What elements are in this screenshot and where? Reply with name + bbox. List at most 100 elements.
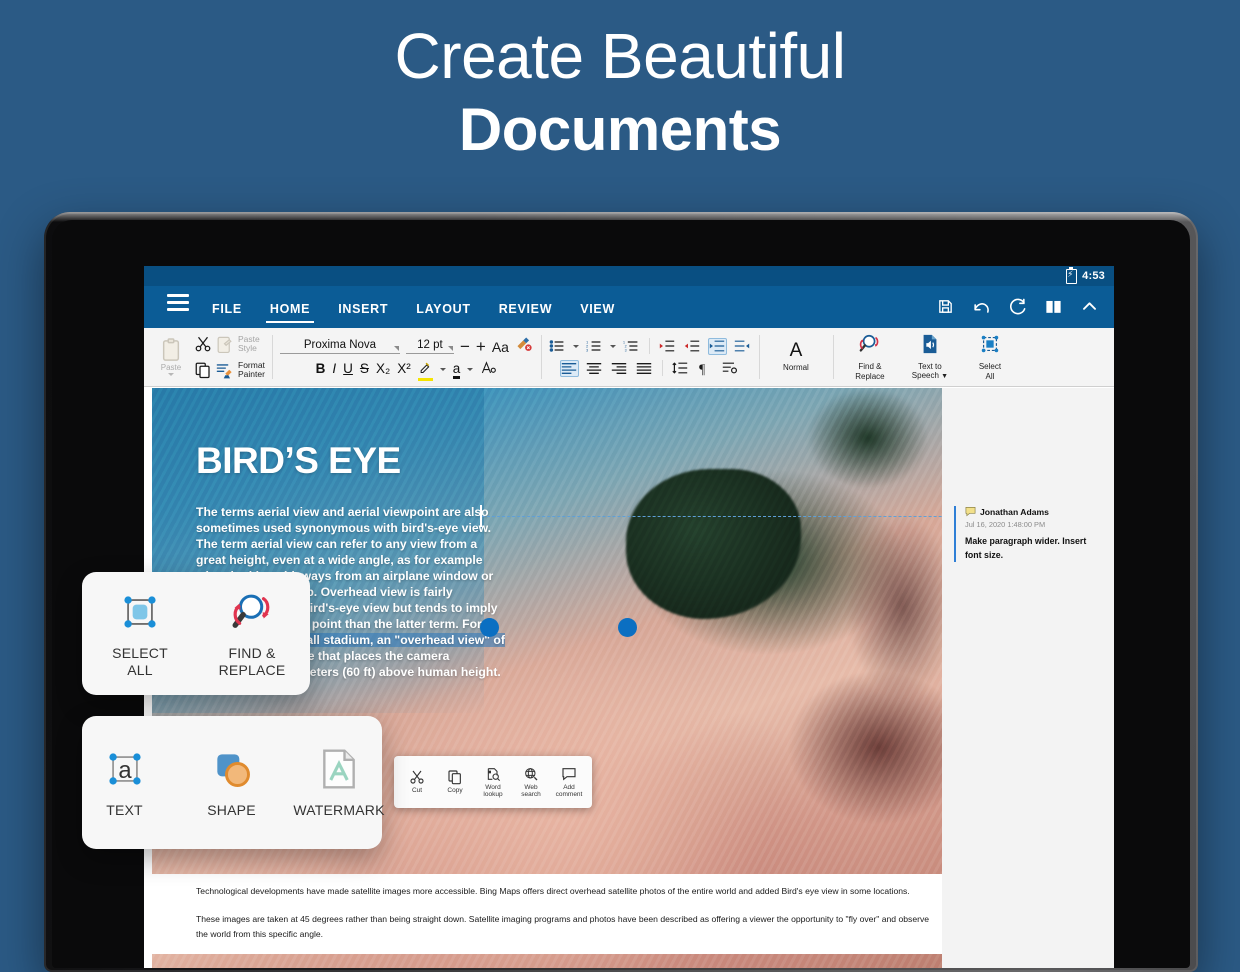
- ribbon-group-font: Proxima Nova 12 pt − + Aa: [272, 328, 541, 386]
- promo-headline: Create Beautiful Documents: [0, 22, 1240, 163]
- change-case-button[interactable]: Aa: [492, 340, 509, 354]
- numbered-list-dropdown-caret[interactable]: [610, 345, 616, 348]
- save-icon[interactable]: [928, 292, 962, 320]
- show-formatting-marks-button[interactable]: ¶: [696, 360, 715, 377]
- svg-text:3: 3: [586, 348, 589, 353]
- tab-view[interactable]: VIEW: [566, 302, 629, 328]
- copy-button[interactable]: [194, 359, 212, 381]
- context-copy-label: Copy: [447, 787, 462, 795]
- line-spacing-button[interactable]: [671, 360, 690, 377]
- increase-font-size-button[interactable]: +: [476, 338, 486, 355]
- tab-layout[interactable]: LAYOUT: [402, 302, 484, 328]
- feature-find-replace[interactable]: FIND &REPLACE: [209, 589, 295, 679]
- tab-review[interactable]: REVIEW: [485, 302, 567, 328]
- find-replace-button[interactable]: Find &Replace: [840, 333, 900, 381]
- align-center-button[interactable]: [585, 360, 604, 377]
- comment-author: Jonathan Adams: [980, 507, 1049, 517]
- paragraph-settings-button[interactable]: [721, 360, 740, 377]
- clear-formatting-icon[interactable]: [515, 336, 533, 357]
- highlight-dropdown-caret[interactable]: [440, 368, 446, 371]
- comment-bubble-icon: [965, 506, 976, 517]
- align-left-button[interactable]: [560, 360, 579, 377]
- svg-text:a: a: [118, 757, 132, 784]
- bottom-paragraph-1: Technological developments have made sat…: [196, 884, 934, 899]
- text-context-menu[interactable]: Cut Copy: [394, 756, 592, 808]
- bullet-list-button[interactable]: [548, 338, 567, 355]
- context-add-comment-button[interactable]: Addcomment: [551, 766, 587, 799]
- read-mode-icon[interactable]: [1036, 292, 1070, 320]
- superscript-button[interactable]: X²: [397, 362, 411, 376]
- document-heading[interactable]: BIRD’S EYE: [196, 440, 401, 482]
- increase-indent-button[interactable]: [658, 338, 677, 355]
- style-normal-label: Normal: [783, 363, 809, 373]
- text-box-icon: a: [103, 746, 147, 792]
- ribbon-home-toolbar: Paste: [144, 328, 1114, 387]
- letter-a-icon: A: [790, 341, 803, 361]
- selection-handle-start[interactable]: [480, 618, 499, 637]
- subscript-button[interactable]: X₂: [376, 362, 390, 376]
- paste-button[interactable]: Paste: [151, 338, 191, 376]
- justify-button[interactable]: [635, 360, 654, 377]
- feature-text[interactable]: a TEXT: [82, 746, 167, 819]
- status-bar-time: 4:53: [1082, 270, 1105, 282]
- decrease-indent-button[interactable]: [683, 338, 702, 355]
- comment-header: Jonathan Adams: [965, 506, 1104, 517]
- feature-find-replace-label: FIND &REPLACE: [219, 645, 286, 679]
- context-copy-button[interactable]: Copy: [437, 769, 473, 795]
- ltr-direction-button[interactable]: [708, 338, 727, 355]
- paste-style-label: Paste Style: [238, 335, 260, 354]
- battery-charging-icon: [1066, 269, 1077, 284]
- paste-style-button[interactable]: Paste Style: [215, 333, 265, 355]
- rtl-direction-button[interactable]: [733, 338, 752, 355]
- font-color-dropdown-caret[interactable]: [467, 368, 473, 371]
- feature-shape[interactable]: SHAPE: [189, 746, 274, 819]
- text-effects-icon[interactable]: [480, 360, 497, 378]
- collapse-ribbon-icon[interactable]: [1072, 292, 1106, 320]
- style-normal-button[interactable]: A Normal: [766, 341, 826, 373]
- selection-handle-end[interactable]: [618, 618, 637, 637]
- context-word-lookup-label: Wordlookup: [483, 784, 502, 799]
- text-to-speech-button[interactable]: Text toSpeech ▼: [900, 333, 960, 382]
- find-replace-label: Find &Replace: [855, 362, 884, 381]
- cut-button[interactable]: [194, 333, 212, 355]
- format-painter-button[interactable]: Format Painter: [215, 359, 265, 381]
- redo-icon[interactable]: [1000, 292, 1034, 320]
- numbered-list-button[interactable]: 1 2 3: [585, 338, 604, 355]
- font-family-select[interactable]: Proxima Nova: [280, 339, 400, 354]
- document-bottom-paragraphs[interactable]: Technological developments have made sat…: [152, 874, 942, 954]
- tab-home[interactable]: HOME: [256, 302, 324, 328]
- align-right-button[interactable]: [610, 360, 629, 377]
- paste-dropdown-caret[interactable]: [168, 373, 174, 376]
- select-all-button[interactable]: SelectAll: [960, 333, 1020, 381]
- font-size-select[interactable]: 12 pt: [406, 339, 454, 354]
- highlight-color-icon[interactable]: [418, 360, 433, 378]
- bottom-paragraph-2: These images are taken at 45 degrees rat…: [196, 912, 934, 942]
- comment-review-pane: Jonathan Adams Jul 16, 2020 1:48:00 PM M…: [942, 388, 1114, 968]
- tab-file[interactable]: FILE: [198, 302, 256, 328]
- undo-icon[interactable]: [964, 292, 998, 320]
- context-cut-button[interactable]: Cut: [399, 769, 435, 795]
- feature-watermark[interactable]: WATERMARK: [296, 746, 382, 819]
- bullet-list-dropdown-caret[interactable]: [573, 345, 579, 348]
- tab-insert[interactable]: INSERT: [324, 302, 402, 328]
- promo-line-1: Create Beautiful: [0, 22, 1240, 91]
- underline-button[interactable]: U: [343, 362, 353, 376]
- hamburger-menu-icon[interactable]: [158, 286, 198, 328]
- decrease-font-size-button[interactable]: −: [460, 338, 470, 355]
- font-color-button[interactable]: a: [453, 362, 461, 376]
- strikethrough-button[interactable]: S: [360, 362, 369, 376]
- comment-card[interactable]: Jonathan Adams Jul 16, 2020 1:48:00 PM M…: [954, 506, 1104, 562]
- context-web-search-label: Websearch: [521, 784, 541, 799]
- comment-date: Jul 16, 2020 1:48:00 PM: [965, 520, 1104, 529]
- svg-text:¶: ¶: [700, 361, 706, 376]
- shape-icon: [210, 746, 254, 792]
- italic-button[interactable]: I: [332, 362, 336, 376]
- context-web-search-button[interactable]: Websearch: [513, 766, 549, 799]
- promo-line-2: Documents: [0, 97, 1240, 163]
- ribbon-group-clipboard: Paste: [144, 328, 272, 386]
- bold-button[interactable]: B: [316, 362, 326, 376]
- feature-select-all[interactable]: SELECTALL: [97, 589, 183, 679]
- context-word-lookup-button[interactable]: Wordlookup: [475, 766, 511, 799]
- feature-card-tools: SELECTALL FIND &REPLACE: [82, 572, 310, 695]
- multilevel-list-button[interactable]: 1 2 3: [622, 338, 641, 355]
